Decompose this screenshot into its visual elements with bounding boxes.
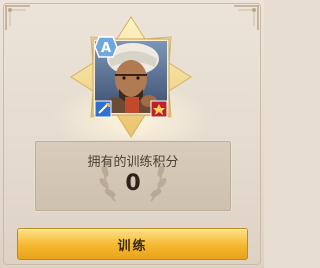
train-button[interactable]: 训练 <box>17 228 248 260</box>
training-points-card: 拥有的训练积分 0 <box>34 140 232 212</box>
sword-icon <box>94 100 112 118</box>
training-points-value: 0 <box>125 171 141 196</box>
letter-a-rank-icon: A <box>94 36 118 58</box>
svg-text:A: A <box>101 41 111 56</box>
train-button-label: 训练 <box>117 238 148 254</box>
corner-ornament <box>232 4 260 32</box>
training-panel: A 拥有的训练积分 0 训练 <box>0 0 264 268</box>
corner-ornament <box>4 4 32 32</box>
training-points-label: 拥有的训练积分 <box>87 155 179 170</box>
hero-portrait[interactable]: A <box>69 15 193 139</box>
soldier-emblem-icon <box>150 100 168 118</box>
